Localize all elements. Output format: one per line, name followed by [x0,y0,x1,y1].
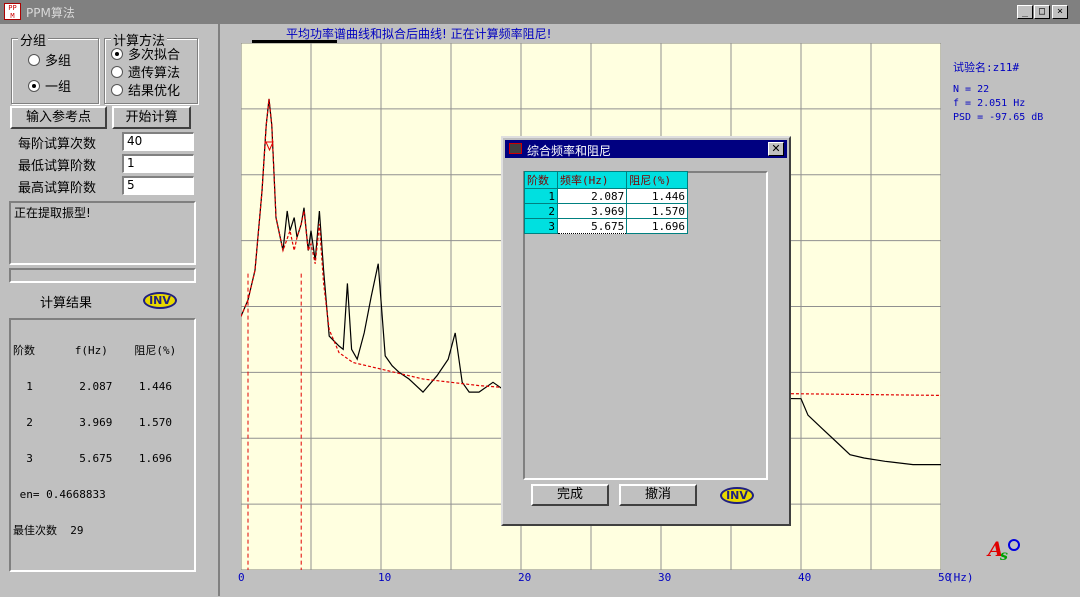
table-row[interactable]: 1 2.087 1.446 [524,188,688,204]
table-row[interactable]: 2 3.969 1.570 [524,203,688,219]
window-title: PPM算法 [26,6,75,20]
info-n: N = 22 [953,84,990,95]
row-index: 2 [524,203,558,219]
logo-icon: A s [986,534,1022,564]
done-button[interactable]: 完成 [531,484,609,506]
x-unit-label: (Hz) [947,571,974,584]
title-bar: PP M PPM算法 _ □ × [0,0,1080,24]
row-damping[interactable]: 1.446 [626,188,688,204]
svg-text:s: s [1000,548,1008,564]
radio-icon [111,65,123,78]
results-line: 阶数 f(Hz) 阻尼(%) [13,344,177,357]
grouping-caption: 分组 [18,30,49,49]
results-line: 最佳次数 29 [13,524,84,537]
radio-label: 结果优化 [128,84,181,99]
table-header-row: 阶数 频率(Hz) 阻尼(%) [524,171,688,189]
radio-icon [111,83,123,96]
row-frequency[interactable]: 5.675 [556,218,628,234]
results-line: en= 0.4668833 [13,488,106,501]
row-index: 3 [524,218,558,234]
table-row[interactable]: 3 5.675 1.696 [524,218,688,234]
row-frequency[interactable]: 3.969 [556,203,628,219]
dialog-title: 综合频率和阻尼 [527,144,612,158]
results-line: 1 2.087 1.446 [13,380,172,393]
progress-bar [9,268,196,283]
x-tick-label: 20 [518,571,532,584]
header-damping: 阻尼(%) [626,171,688,189]
dialog-close-button[interactable]: ✕ [768,142,784,156]
radio-label: 多次拟合 [128,48,181,63]
radio-label: 多组 [45,54,72,69]
header-frequency: 频率(Hz) [556,171,628,189]
radio-multi-group[interactable]: 多组 [28,50,71,69]
status-text: 正在提取振型! [14,206,91,220]
radio-multi-fit[interactable]: 多次拟合 [111,44,180,63]
radio-single-group[interactable]: 一组 [28,76,71,95]
dialog-inv-logo: INV [720,487,754,504]
cancel-button[interactable]: 撤消 [619,484,697,506]
results-list: 阶数 f(Hz) 阻尼(%) 1 2.087 1.446 2 3.969 1.5… [9,318,196,572]
dialog-app-icon [509,143,522,154]
test-name: 试验名:z11# [953,61,1020,74]
radio-selected-icon [28,79,40,92]
result-title: 计算结果 [40,296,93,311]
row-damping[interactable]: 1.570 [626,203,688,219]
max-order-input[interactable]: 5 [122,176,194,195]
status-box: 正在提取振型! [9,201,196,265]
start-calc-button[interactable]: 开始计算 [112,106,191,129]
row-index: 1 [524,188,558,204]
radio-icon [28,53,40,66]
dialog-title-bar: 综合频率和阻尼 ✕ [505,140,787,158]
info-psd: PSD = -97.65 dB [953,112,1044,123]
trials-per-order-input[interactable]: 40 [122,132,194,151]
close-button[interactable]: × [1052,5,1068,19]
frequency-damping-table: 阶数 频率(Hz) 阻尼(%) 1 2.087 1.446 2 3.969 1.… [524,171,688,234]
param-label-min-order: 最低试算阶数 [18,159,97,174]
row-frequency[interactable]: 2.087 [556,188,628,204]
inv-logo: INV [143,292,177,309]
minimize-button[interactable]: _ [1017,5,1033,19]
radio-selected-icon [111,47,123,60]
x-tick-label: 0 [238,571,245,584]
row-damping[interactable]: 1.696 [626,218,688,234]
results-line: 2 3.969 1.570 [13,416,172,429]
radio-label: 遗传算法 [128,66,181,81]
info-f: f = 2.051 Hz [953,98,1026,109]
app-icon: PP M [4,3,21,20]
param-label-max-order: 最高试算阶数 [18,181,97,196]
results-line: 3 5.675 1.696 [13,452,172,465]
x-tick-label: 30 [658,571,672,584]
maximize-button[interactable]: □ [1034,5,1050,19]
min-order-input[interactable]: 1 [122,154,194,173]
input-reference-button[interactable]: 输入参考点 [10,106,107,129]
x-tick-label: 40 [798,571,812,584]
header-order: 阶数 [524,171,558,189]
param-label-trials: 每阶试算次数 [18,137,97,152]
logo-graphic: A s [986,537,1020,564]
radio-label: 一组 [45,80,72,95]
radio-optimize[interactable]: 结果优化 [111,80,180,99]
radio-genetic[interactable]: 遗传算法 [111,62,180,81]
x-tick-label: 10 [378,571,392,584]
